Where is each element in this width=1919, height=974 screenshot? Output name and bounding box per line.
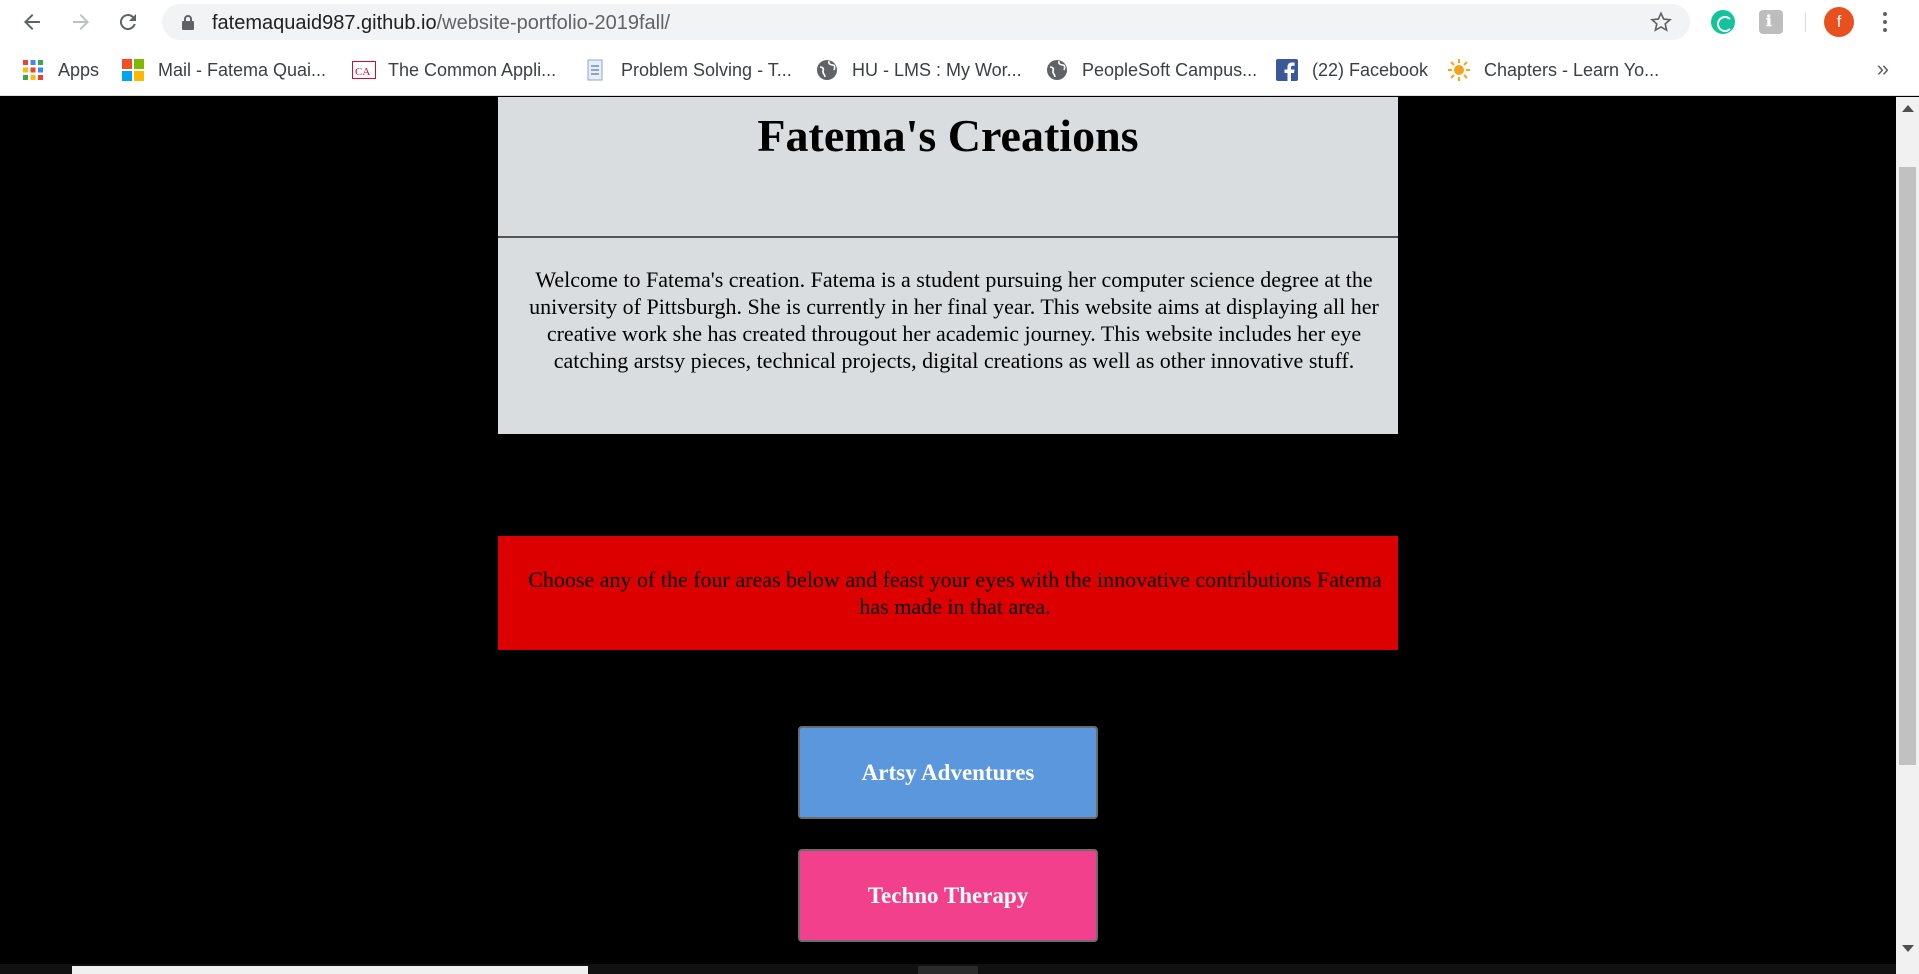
common-app-icon: CA [352,59,376,81]
prompt-section: Choose any of the four areas below and f… [498,536,1398,650]
scroll-up-arrow-icon[interactable] [1902,105,1914,112]
browser-toolbar: fatemaquaid987.github.io/website-portfol… [0,0,1919,44]
facebook-icon [1276,59,1298,81]
bookmark-facebook[interactable]: (22) Facebook [1276,58,1428,82]
globe-icon [1046,59,1068,81]
bookmarks-bar: Apps Mail - Fatema Quai... CA The Common… [0,44,1919,96]
apps-grid-icon [22,59,44,81]
bookmark-label: Problem Solving - T... [621,59,792,80]
scroll-down-arrow-icon[interactable] [1902,945,1914,952]
microsoft-icon [122,59,144,81]
bookmark-mail[interactable]: Mail - Fatema Quai... [122,58,326,82]
bookmark-chapters[interactable]: Chapters - Learn Yo... [1448,58,1659,82]
bookmark-label: Mail - Fatema Quai... [158,59,327,80]
bookmark-label: HU - LMS : My Wor... [852,59,1022,80]
toolbar-divider [1805,12,1806,32]
bookmark-apps[interactable]: Apps [22,58,99,82]
bookmark-label: Chapters - Learn Yo... [1484,59,1660,80]
bookmark-problem-solving[interactable]: Problem Solving - T... [585,58,792,82]
bookmark-label: (22) Facebook [1312,59,1429,80]
intro-text: Welcome to Fatema's creation. Fatema is … [529,267,1379,373]
horizontal-scrollbar-segment [918,966,978,974]
url-path: /website-portfolio-2019fall/ [436,12,671,34]
globe-icon [816,59,838,81]
bookmark-label: The Common Appli... [388,59,557,80]
bookmarks-overflow-chevron[interactable]: » [1877,56,1889,82]
horizontal-scrollbar-thumb[interactable] [72,966,588,974]
url-host: fatemaquaid987.github.io [212,12,437,34]
grammarly-icon[interactable] [1711,10,1735,34]
artsy-adventures-button[interactable]: Artsy Adventures [798,726,1098,819]
bookmark-peoplesoft[interactable]: PeopleSoft Campus... [1046,58,1257,82]
bookmark-common-app[interactable]: CA The Common Appli... [352,58,556,82]
document-icon [585,59,607,81]
back-arrow-icon[interactable] [18,8,46,36]
kebab-menu-icon[interactable] [1880,10,1890,34]
profile-avatar[interactable]: f [1824,7,1854,37]
extension-glyph: ℹ [1766,13,1772,30]
bookmark-star-icon[interactable] [1650,11,1672,38]
bookmark-hu-lms[interactable]: HU - LMS : My Wor... [816,58,1022,82]
lock-icon [182,15,194,35]
scrollbar-thumb[interactable] [1899,167,1916,765]
bookmark-label: Apps [58,59,100,80]
page-title: Fatema's Creations [757,110,1139,161]
address-bar[interactable]: fatemaquaid987.github.io/website-portfol… [162,4,1690,40]
intro-section: Welcome to Fatema's creation. Fatema is … [498,238,1398,434]
page-viewport: Fatema's Creations Welcome to Fatema's c… [0,97,1896,964]
svg-text:CA: CA [355,66,370,78]
forward-arrow-icon[interactable] [67,8,95,36]
reload-icon[interactable] [114,8,142,36]
horizontal-scrollbar[interactable] [0,964,1896,974]
url-text: fatemaquaid987.github.io/website-portfol… [212,12,670,35]
prompt-text: Choose any of the four areas below and f… [528,567,1382,619]
vertical-scrollbar[interactable] [1896,97,1919,974]
header-section: Fatema's Creations [498,97,1398,238]
bookmark-label: PeopleSoft Campus... [1082,59,1258,80]
extension-icon[interactable]: ℹ [1759,10,1783,34]
techno-therapy-button[interactable]: Techno Therapy [798,849,1098,942]
sun-icon [1448,59,1470,81]
